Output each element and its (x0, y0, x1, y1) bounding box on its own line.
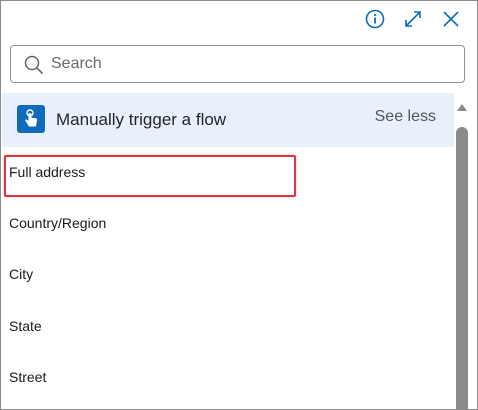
info-icon[interactable] (363, 7, 387, 31)
search-icon (24, 55, 44, 75)
close-icon[interactable] (439, 7, 463, 31)
list-item-full-address[interactable]: Full address (2, 147, 454, 197)
panel-toolbar (363, 7, 463, 31)
list-item-city[interactable]: City (2, 249, 454, 301)
scrollbar-thumb[interactable] (456, 127, 468, 409)
list-item-label: Country/Region (9, 214, 107, 231)
dynamic-content-panel: Manually trigger a flow See less Full ad… (0, 0, 478, 410)
list-item-label: Street (9, 369, 47, 386)
search-input[interactable] (11, 46, 464, 82)
list-item-street[interactable]: Street (2, 352, 454, 404)
list-item-country-region[interactable]: Country/Region (2, 197, 454, 249)
vertical-scrollbar[interactable] (454, 101, 470, 409)
list-item-state[interactable]: State (2, 300, 454, 352)
scroll-up-arrow-icon[interactable] (456, 101, 468, 113)
dynamic-content-list: Full address Country/Region City State S… (2, 147, 454, 403)
search-box (10, 45, 465, 83)
expand-icon[interactable] (401, 7, 425, 31)
trigger-section-header: Manually trigger a flow See less (2, 93, 454, 147)
trigger-title: Manually trigger a flow (56, 110, 227, 129)
list-item-label: City (9, 266, 34, 283)
touch-hand-icon (17, 105, 45, 133)
see-less-link[interactable]: See less (375, 108, 436, 126)
list-item-label: Full address (9, 164, 86, 180)
list-item-label: State (9, 317, 42, 334)
